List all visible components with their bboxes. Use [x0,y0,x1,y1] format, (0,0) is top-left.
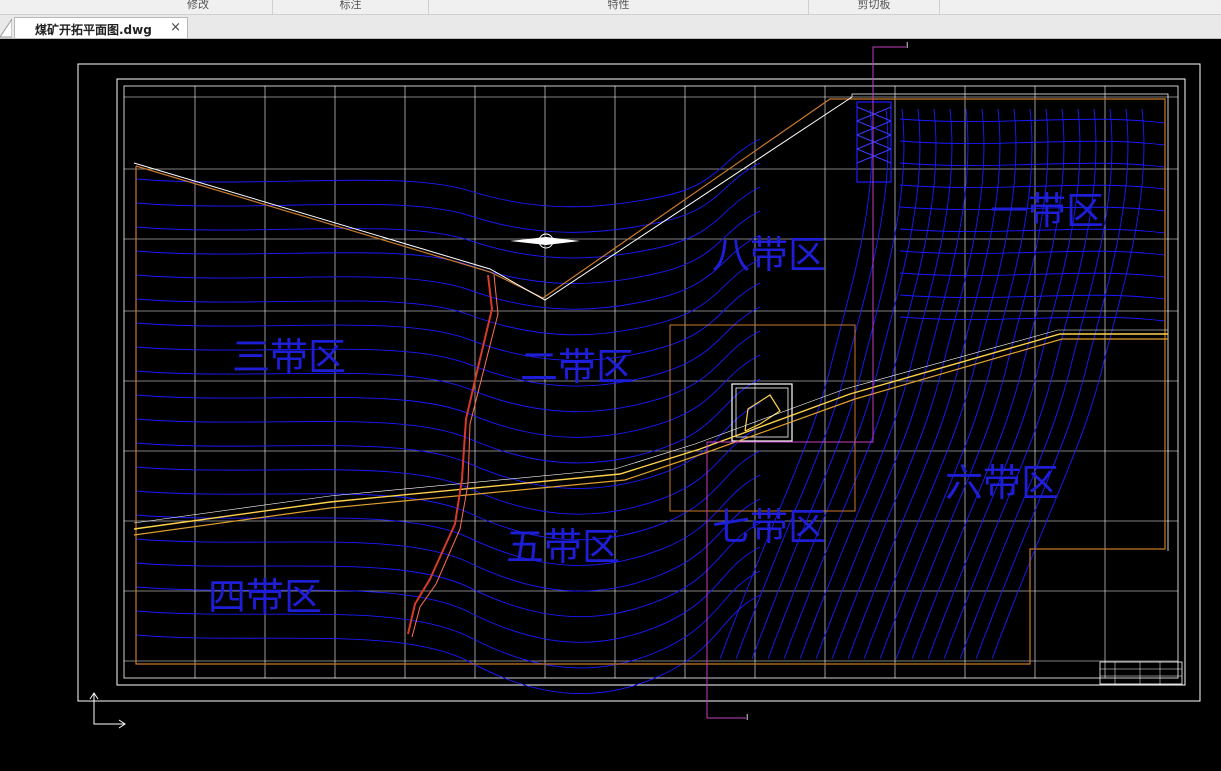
contour-line [135,138,761,208]
contour-line [135,258,761,336]
contour-line [135,282,761,361]
field-boundary [135,98,1166,665]
contour-line [899,162,1166,168]
ribbon-group-clipboard[interactable]: 剪切板 [809,0,940,14]
contour-line [135,210,761,284]
section-mark-top: I [906,41,909,50]
contour-line [943,108,1097,660]
cad-drawing [77,46,1201,729]
contour-line [783,108,937,660]
contour-line [799,108,953,660]
document-tab[interactable]: 煤矿开拓平面图.dwg × [14,17,188,38]
document-tab-bar: 煤矿开拓平面图.dwg × [0,15,1221,39]
contour-line [927,108,1081,660]
contour-line [899,140,1166,146]
contour-line [847,108,1001,660]
ribbon-bar: 修改 标注 特性 剪切板 [0,0,1221,15]
tab-menu-icon[interactable] [0,15,12,38]
contour-line [135,594,761,694]
coordinate-grid [124,86,1178,678]
contour-line [135,426,761,515]
contour-line [135,186,761,259]
sheet-inner-frame [116,78,1186,686]
central-block [669,324,856,512]
document-tab-title: 煤矿开拓平面图.dwg [35,23,152,37]
contour-line [135,402,761,489]
drawing-canvas[interactable]: 一带区 二带区 三带区 四带区 五带区 六带区 七带区 八带区 I I [0,39,1221,771]
contour-line [991,108,1145,660]
field-boundary-white [133,96,853,301]
ucs-icon [89,692,126,729]
contour-line [135,162,761,233]
contour-line [911,108,1065,660]
section-line [706,46,906,719]
map-frame [123,85,1179,679]
main-roadway [133,333,1168,530]
contour-line [879,108,1033,660]
title-block [1099,661,1183,685]
contour-line [135,450,761,541]
contour-line [899,206,1166,212]
contour-line [899,118,1166,124]
section-mark-bottom: I [746,713,749,722]
ribbon-group-modify[interactable]: 修改 [124,0,273,14]
field-boundary-inner [851,93,1169,551]
ribbon-group-properties[interactable]: 特性 [429,0,809,14]
main-roadway-2 [133,338,1168,536]
ribbon-group-dimension[interactable]: 标注 [273,0,429,14]
shaft-hatch-pattern [856,106,892,164]
contour-line [895,108,1049,660]
contour-line [899,294,1166,300]
contour-line [959,108,1113,660]
contour-lines [135,108,1166,694]
contour-line [135,498,761,592]
contour-line [135,474,761,566]
contour-line [899,228,1166,234]
contour-line [815,108,969,660]
close-icon[interactable]: × [170,20,181,35]
contour-line [135,378,761,464]
